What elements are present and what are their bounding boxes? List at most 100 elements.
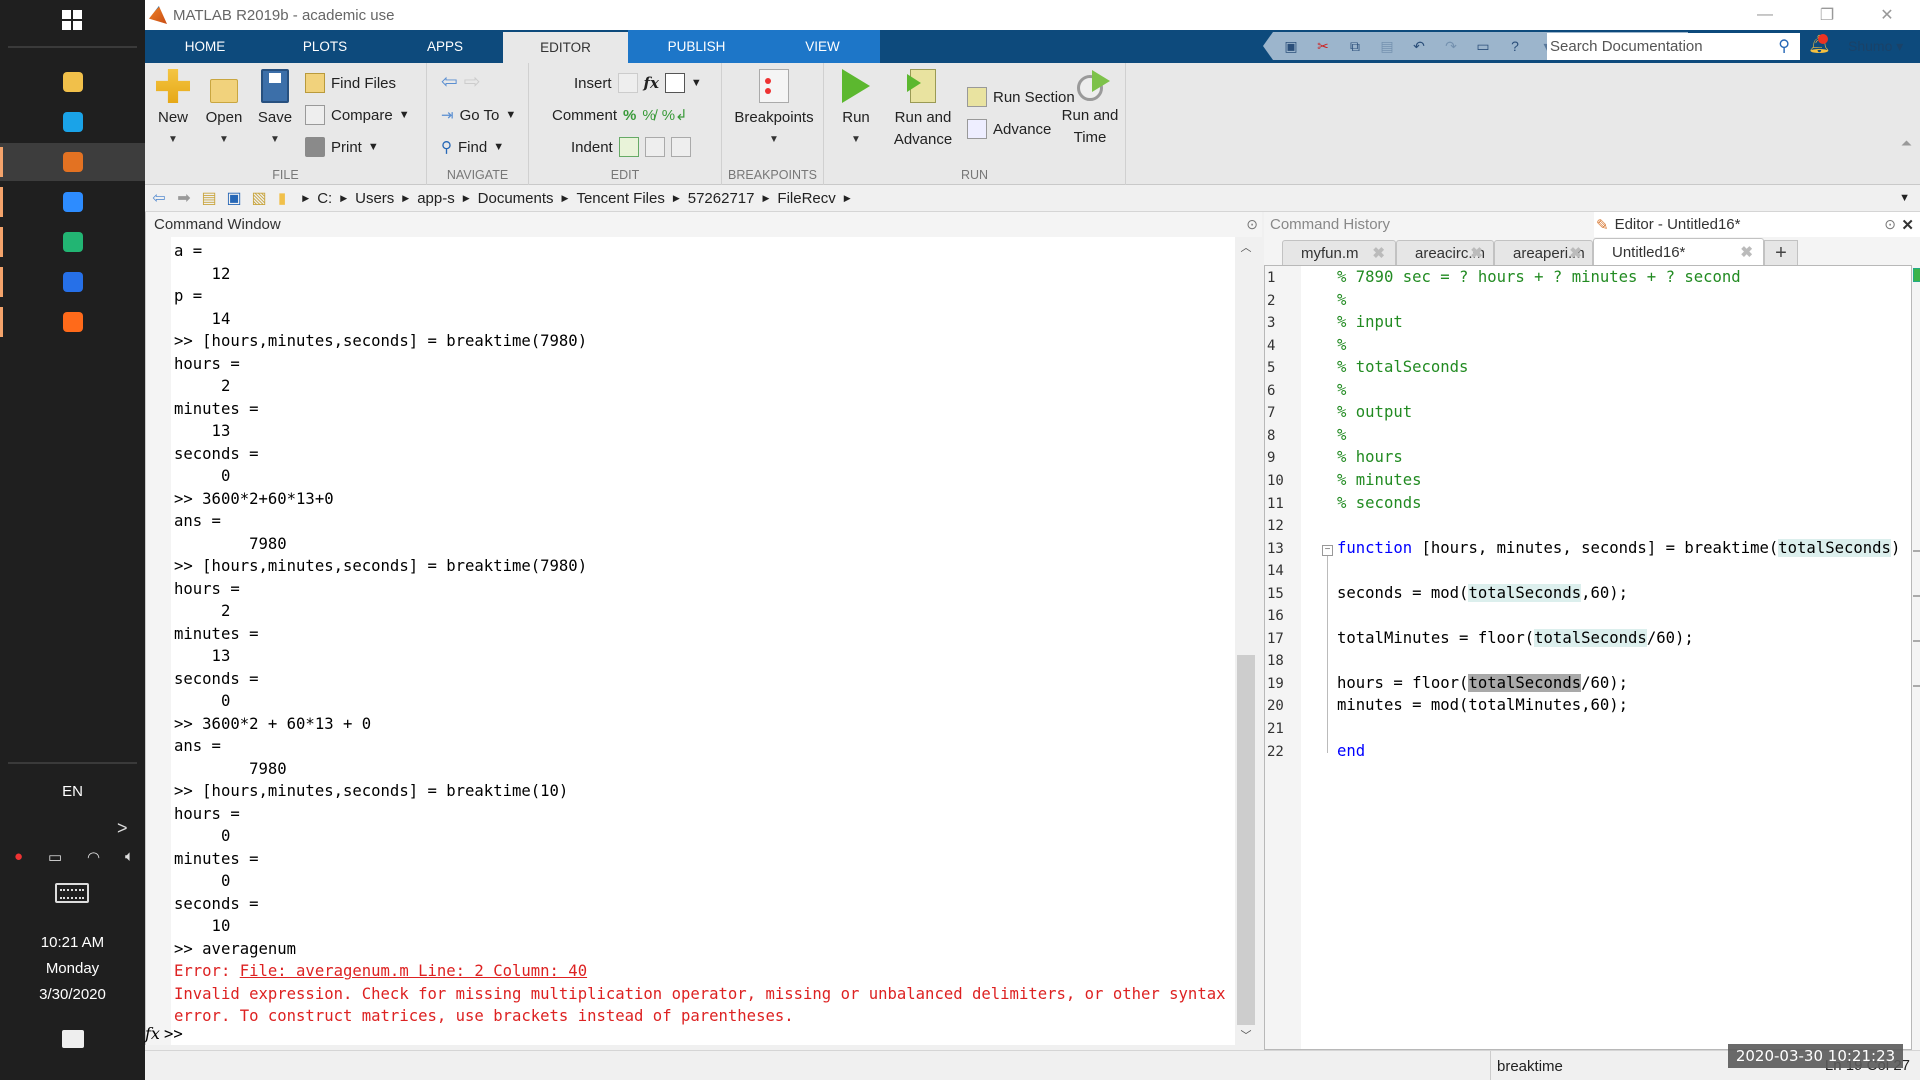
breadcrumb-arrow-icon[interactable]: ▶	[463, 193, 470, 204]
insert-section-icon[interactable]	[617, 73, 638, 93]
breadcrumb-item[interactable]: FileRecv	[777, 190, 835, 207]
taskbar-app-file-explorer[interactable]	[0, 63, 145, 101]
code-line[interactable]: % 7890 sec = ? hours + ? minutes + ? sec…	[1337, 268, 1741, 286]
insert-function-icon[interactable]: fx	[644, 74, 659, 92]
tab-editor[interactable]: EDITOR	[503, 32, 628, 63]
qat-cut-icon[interactable]: ✂	[1313, 36, 1333, 56]
editor-tab[interactable]: myfun.m ✖	[1282, 240, 1396, 265]
editor-tab[interactable]: Untitled16* ✖	[1593, 238, 1764, 265]
code-line[interactable]: %	[1337, 426, 1346, 444]
code-line[interactable]: function [hours, minutes, seconds] = bre…	[1337, 538, 1900, 557]
save-button[interactable]: Save ▼	[255, 69, 295, 151]
decrease-indent-icon[interactable]	[670, 137, 691, 157]
action-center-icon[interactable]	[62, 1030, 84, 1048]
code-line[interactable]: % seconds	[1337, 494, 1422, 512]
wifi-icon[interactable]: ◠	[87, 848, 100, 866]
code-analyzer-status-icon[interactable]	[1913, 268, 1920, 282]
code-line[interactable]: %	[1337, 381, 1346, 399]
fold-toggle-icon[interactable]: −	[1322, 544, 1333, 556]
taskbar-app-wps[interactable]	[0, 263, 145, 301]
back-arrow-icon[interactable]: ⇦	[441, 69, 458, 94]
compare-button[interactable]: Compare ▼	[305, 103, 410, 127]
taskbar-app-firefox[interactable]	[0, 303, 145, 341]
scrollbar-thumb[interactable]	[1237, 655, 1255, 1025]
code-line[interactable]: % input	[1337, 313, 1403, 331]
qq-icon[interactable]: ●	[14, 848, 23, 866]
user-account-menu[interactable]: Shumo ▾	[1848, 38, 1903, 55]
qat-help-icon[interactable]: ?	[1505, 36, 1525, 56]
windows-start-icon[interactable]	[62, 10, 82, 30]
browse-folder-icon[interactable]: ▣	[223, 188, 245, 208]
command-history-header[interactable]: Command History	[1264, 212, 1594, 237]
breadcrumb-arrow-icon[interactable]: ▶	[302, 193, 309, 204]
close-tab-icon[interactable]: ✖	[1740, 243, 1753, 261]
close-tab-icon[interactable]: ✖	[1372, 244, 1385, 262]
code-line[interactable]: % output	[1337, 403, 1412, 421]
minimize-button[interactable]: —	[1735, 0, 1795, 30]
editor-tab[interactable]: areaperi.m ✖	[1494, 240, 1593, 265]
taskbar-app-zoom[interactable]	[0, 183, 145, 221]
code-line[interactable]: % hours	[1337, 448, 1403, 466]
taskbar-app-recycle-bin[interactable]	[0, 103, 145, 141]
advance-button[interactable]: Advance	[967, 117, 1051, 141]
search-documentation-input[interactable]: Search Documentation ⚲	[1547, 33, 1800, 60]
code-line[interactable]: %	[1337, 336, 1346, 354]
code-line[interactable]: seconds = mod(totalSeconds,60);	[1337, 583, 1628, 602]
find-files-button[interactable]: Find Files	[305, 71, 396, 95]
analyzer-mark[interactable]	[1913, 684, 1920, 687]
breadcrumb-arrow-icon[interactable]: ▶	[673, 193, 680, 204]
editor-tab[interactable]: areacirc.m ✖	[1396, 240, 1494, 265]
collapse-ribbon-icon[interactable]: ⏶	[1901, 135, 1912, 152]
command-window[interactable]: a = 12 p = 14 >> [hours,minutes,seconds] =…	[145, 237, 1235, 1045]
breadcrumb-item[interactable]: Documents	[478, 190, 554, 207]
tab-home[interactable]: HOME	[145, 30, 265, 63]
breadcrumb-item[interactable]: app-s	[417, 190, 455, 207]
analyzer-mark[interactable]	[1913, 639, 1920, 642]
close-editor-icon[interactable]: ✕	[1901, 216, 1914, 234]
scroll-down-icon[interactable]: ﹀	[1235, 1027, 1257, 1043]
qat-copy-icon[interactable]: ⧉	[1345, 36, 1365, 56]
qat-paste-icon[interactable]: ▤	[1377, 36, 1397, 56]
editor-actions-icon[interactable]: ⊙	[1884, 216, 1896, 233]
new-tab-button[interactable]: +	[1764, 240, 1798, 265]
error-file-link[interactable]: File: averagenum.m Line: 2 Column: 40	[240, 962, 587, 980]
battery-icon[interactable]: ▭	[48, 848, 62, 866]
breadcrumb-item[interactable]: Users	[355, 190, 394, 207]
language-indicator[interactable]: EN	[0, 783, 145, 800]
path-dropdown-icon[interactable]: ▼	[1899, 192, 1910, 204]
run-and-advance-button[interactable]: Run and Advance	[890, 69, 956, 151]
breakpoints-button[interactable]: Breakpoints ▼	[730, 69, 818, 151]
close-tab-icon[interactable]: ✖	[1569, 244, 1582, 262]
code-line[interactable]: % totalSeconds	[1337, 358, 1468, 376]
qat-save-icon[interactable]: ▣	[1281, 36, 1301, 56]
back-icon[interactable]: ⇦	[148, 188, 170, 208]
breadcrumb-arrow-icon[interactable]: ▶	[340, 193, 347, 204]
code-line[interactable]: hours = floor(totalSeconds/60);	[1337, 673, 1628, 692]
code-line[interactable]: end	[1337, 742, 1365, 760]
go-to-button[interactable]: ⇥ Go To ▼	[441, 103, 516, 127]
qat-switch-windows-icon[interactable]: ▭	[1473, 36, 1493, 56]
qat-redo-icon[interactable]: ↷	[1441, 36, 1461, 56]
breadcrumb-item[interactable]: 57262717	[688, 190, 755, 207]
code-line[interactable]: %	[1337, 291, 1346, 309]
tab-view[interactable]: VIEW	[765, 30, 880, 63]
breadcrumb-arrow-icon[interactable]: ▶	[402, 193, 409, 204]
run-and-time-button[interactable]: Run and Time	[1058, 69, 1122, 149]
close-tab-icon[interactable]: ✖	[1470, 244, 1483, 262]
open-button[interactable]: Open ▼	[202, 69, 246, 151]
taskbar-app-matlab[interactable]	[0, 143, 145, 181]
tab-plots[interactable]: PLOTS	[265, 30, 385, 63]
run-button[interactable]: Run ▼	[836, 69, 876, 151]
breadcrumb-arrow-icon[interactable]: ▶	[562, 193, 569, 204]
code-editor[interactable]: 1 2 3 4 5 6 7 8 9 10 11 12 13 14 15 16 17 18 19 20 21 22 % 78…	[1264, 265, 1920, 1050]
volume-icon[interactable]: 🔈︎	[125, 848, 134, 866]
smart-indent-icon[interactable]	[618, 137, 639, 157]
breadcrumb-arrow-icon[interactable]: ▶	[844, 193, 851, 204]
forward-icon[interactable]: ➡	[173, 188, 195, 208]
touch-keyboard-icon[interactable]	[55, 883, 89, 903]
insert-fi-icon[interactable]	[664, 73, 685, 93]
restore-button[interactable]: ❐	[1797, 0, 1857, 30]
tab-publish[interactable]: PUBLISH	[628, 30, 765, 63]
uncomment-icon[interactable]: %̸	[642, 107, 655, 124]
command-prompt[interactable]: fx >>	[145, 1024, 183, 1043]
